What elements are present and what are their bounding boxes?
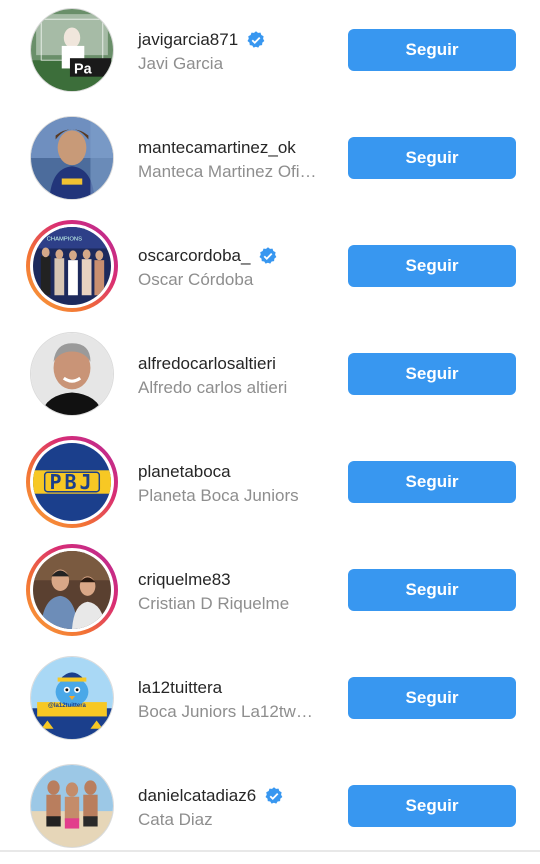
list-item[interactable]: criquelme83 Cristian D Riquelme Seguir xyxy=(0,540,540,648)
avatar[interactable] xyxy=(30,116,114,200)
verified-badge-icon xyxy=(265,787,283,804)
profile-photo-icon: Pa xyxy=(30,8,114,92)
follow-button[interactable]: Seguir xyxy=(348,785,516,827)
username[interactable]: mantecamartinez_ok xyxy=(138,138,333,158)
list-item[interactable]: CHAMPIONS oscarcordoba_ Oscar Córdoba Se… xyxy=(0,216,540,324)
full-name: Planeta Boca Juniors xyxy=(138,486,299,505)
full-name: Javi Garcia xyxy=(138,54,224,73)
svg-text:CHAMPIONS: CHAMPIONS xyxy=(47,237,82,243)
list-item[interactable]: danielcatadiaz6 Cata Diaz Seguir xyxy=(0,756,540,864)
verified-badge-icon xyxy=(259,247,277,264)
full-name: Cristian D Riquelme xyxy=(138,594,290,613)
svg-text:Pa: Pa xyxy=(74,62,93,78)
twitter-bird-avatar-icon xyxy=(30,656,114,740)
follow-button[interactable]: Seguir xyxy=(348,29,516,71)
avatar[interactable]: Pa xyxy=(30,8,114,92)
avatar-handle-text: @la12tuittera xyxy=(48,703,86,709)
list-item[interactable]: Pa javigarcia871 Javi Garcia Seguir xyxy=(0,0,540,108)
username[interactable]: planetaboca xyxy=(138,462,333,482)
verified-badge-icon xyxy=(247,31,265,48)
username[interactable]: javigarcia871 xyxy=(138,30,333,50)
full-name: Manteca Martinez Ofi… xyxy=(138,162,317,181)
profile-photo-icon xyxy=(33,551,111,629)
profile-photo-icon xyxy=(30,332,114,416)
follow-button[interactable]: Seguir xyxy=(348,353,516,395)
avatar-story-ring[interactable]: PBJ xyxy=(26,436,118,528)
full-name: Cata Diaz xyxy=(138,810,213,829)
follow-button[interactable]: Seguir xyxy=(348,461,516,503)
avatar-story-ring[interactable]: CHAMPIONS xyxy=(26,220,118,312)
list-item[interactable]: @la12tuittera la12tuittera Boca Juniors … xyxy=(0,648,540,756)
full-name: Alfredo carlos altieri xyxy=(138,378,288,397)
follow-button[interactable]: Seguir xyxy=(348,569,516,611)
avatar[interactable]: @la12tuittera xyxy=(30,656,114,740)
username[interactable]: alfredocarlosaltieri xyxy=(138,354,333,374)
username[interactable]: criquelme83 xyxy=(138,570,333,590)
full-name: Boca Juniors La12tw… xyxy=(138,702,313,721)
avatar[interactable] xyxy=(30,332,114,416)
avatar[interactable] xyxy=(30,764,114,848)
username[interactable]: oscarcordoba_ xyxy=(138,246,333,266)
list-item[interactable]: PBJ planetaboca Planeta Boca Juniors Seg… xyxy=(0,432,540,540)
username[interactable]: la12tuittera xyxy=(138,678,333,698)
follow-button[interactable]: Seguir xyxy=(348,677,516,719)
profile-photo-icon xyxy=(30,764,114,848)
follow-button[interactable]: Seguir xyxy=(348,245,516,287)
list-item[interactable]: mantecamartinez_ok Manteca Martinez Ofi…… xyxy=(0,108,540,216)
avatar-logo-text: PBJ xyxy=(49,470,95,494)
profile-photo-icon: CHAMPIONS xyxy=(33,227,111,305)
profile-photo-icon xyxy=(30,116,114,200)
follow-button[interactable]: Seguir xyxy=(348,137,516,179)
list-item[interactable]: alfredocarlosaltieri Alfredo carlos alti… xyxy=(0,324,540,432)
full-name: Oscar Córdoba xyxy=(138,270,254,289)
avatar-story-ring[interactable] xyxy=(26,544,118,636)
username[interactable]: danielcatadiaz6 xyxy=(138,786,333,806)
